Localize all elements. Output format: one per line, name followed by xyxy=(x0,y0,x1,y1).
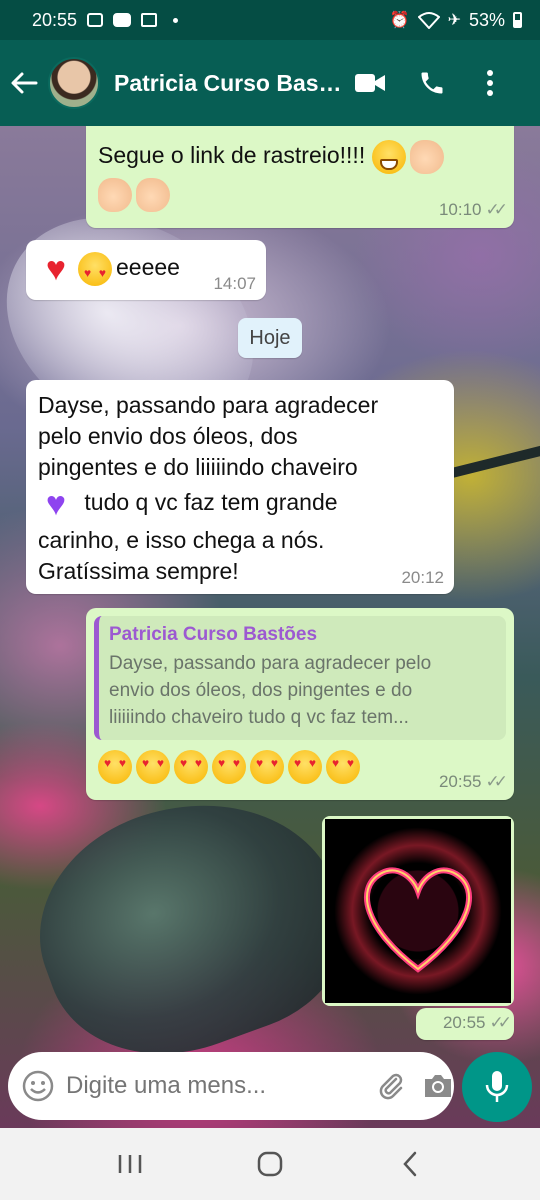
message-outgoing-reply[interactable]: Patricia Curso Bastões Dayse, passando p… xyxy=(86,608,514,800)
youtube-icon xyxy=(113,13,132,27)
battery-percent: 53% xyxy=(468,9,505,30)
chat-header: Patricia Curso Bastões xyxy=(0,40,540,126)
back-nav-button[interactable] xyxy=(380,1134,440,1194)
message-line: Dayse, passando para agradecer xyxy=(38,392,379,418)
read-ticks-icon: ✓✓ xyxy=(485,200,508,219)
wifi-icon xyxy=(417,12,440,29)
message-line: carinho, e isso chega a nós. xyxy=(38,527,325,553)
heart-eyes-emoji-icon xyxy=(288,750,322,784)
red-heart-icon: ♥ xyxy=(45,250,67,288)
microphone-icon xyxy=(485,1071,509,1102)
arrow-left-icon xyxy=(11,72,38,94)
image-icon xyxy=(141,13,158,27)
message-line: tudo q vc faz tem grande xyxy=(78,489,338,516)
message-input[interactable] xyxy=(66,1072,376,1100)
neon-heart-icon xyxy=(363,867,473,973)
heart-eyes-emoji-icon xyxy=(250,750,284,784)
status-bar: 20:55 ⏰ ✈ 53% xyxy=(0,0,540,40)
message-line: Gratíssima sempre! xyxy=(38,558,239,584)
heart-image[interactable] xyxy=(325,819,511,1003)
attach-button[interactable] xyxy=(376,1066,406,1106)
quote-author: Patricia Curso Bastões xyxy=(109,624,318,645)
camera-button[interactable] xyxy=(422,1066,454,1106)
quote-text: Dayse, passando para agradecer pelo envi… xyxy=(109,650,496,731)
smiling-hearts-emoji-icon xyxy=(78,252,112,289)
back-button[interactable] xyxy=(0,40,48,126)
read-ticks-icon: ✓✓ xyxy=(489,1013,512,1032)
voice-message-button[interactable] xyxy=(462,1052,532,1122)
wallpaper-bird xyxy=(8,761,372,1091)
recent-apps-button[interactable] xyxy=(100,1134,160,1194)
heart-eyes-emoji-icon xyxy=(326,750,360,784)
image-meta: 20:55 ✓✓ xyxy=(416,1008,514,1040)
clapping-hands-icon xyxy=(98,178,132,212)
message-meta: 10:10 ✓✓ xyxy=(438,200,508,220)
date-chip: Hoje xyxy=(238,318,302,358)
message-incoming[interactable]: Dayse, passando para agradecer pelo envi… xyxy=(26,380,454,594)
tv-icon xyxy=(87,13,104,27)
message-image[interactable] xyxy=(322,816,514,1006)
camera-icon xyxy=(425,1075,451,1097)
recent-apps-icon xyxy=(118,1155,142,1173)
chevron-left-icon xyxy=(403,1151,417,1177)
clapping-hands-icon xyxy=(409,140,444,174)
message-composer xyxy=(8,1052,454,1120)
quote-line: envio dos óleos, dos pingentes e do xyxy=(109,680,413,701)
message-time: 20:55 xyxy=(438,772,482,791)
message-text: Segue o link de rastreio!!!! xyxy=(98,142,366,169)
home-button[interactable] xyxy=(240,1134,300,1194)
system-nav-bar xyxy=(0,1128,540,1200)
video-camera-icon xyxy=(355,74,385,92)
battery-icon xyxy=(513,12,522,28)
message-time: 20:12 xyxy=(401,568,444,587)
voice-call-button[interactable] xyxy=(408,59,456,107)
smiley-icon xyxy=(22,1070,54,1102)
purple-heart-icon: ♥ xyxy=(45,485,67,523)
clapping-hands-icon xyxy=(136,178,170,212)
phone-icon xyxy=(421,72,443,94)
more-vertical-icon xyxy=(487,70,493,96)
status-time: 20:55 xyxy=(32,9,78,30)
grinning-emoji-icon xyxy=(371,140,406,174)
heart-eyes-emoji-icon xyxy=(98,750,132,784)
message-outgoing[interactable]: Segue o link de rastreio!!!! 10:10 ✓✓ xyxy=(86,126,514,228)
message-incoming[interactable]: ♥ eeeee 14:07 xyxy=(26,240,266,300)
heart-eyes-emoji-icon xyxy=(212,750,246,784)
emoji-row xyxy=(98,750,364,784)
message-line: pingentes e do liiiiindo chaveiro xyxy=(38,454,358,480)
menu-button[interactable] xyxy=(466,59,514,107)
message-line: pelo envio dos óleos, dos xyxy=(38,423,298,449)
message-time: 10:10 xyxy=(438,200,482,219)
emoji-button[interactable] xyxy=(22,1066,54,1106)
paperclip-icon xyxy=(379,1073,403,1100)
quoted-message[interactable]: Patricia Curso Bastões Dayse, passando p… xyxy=(94,616,506,740)
video-call-button[interactable] xyxy=(346,59,394,107)
chat-area[interactable]: Segue o link de rastreio!!!! 10:10 ✓✓ ♥ e… xyxy=(0,126,540,1128)
airplane-icon: ✈ xyxy=(447,12,461,29)
notification-dot-icon xyxy=(173,17,179,23)
message-time: 20:55 xyxy=(442,1013,486,1032)
contact-name[interactable]: Patricia Curso Bastões xyxy=(114,70,346,97)
message-text: eeeee xyxy=(116,254,180,281)
home-icon xyxy=(257,1151,283,1177)
message-time: 14:07 xyxy=(213,274,256,293)
avatar[interactable] xyxy=(48,57,100,109)
message-meta: 20:55 ✓✓ xyxy=(438,772,508,792)
heart-eyes-emoji-icon xyxy=(174,750,208,784)
alarm-icon: ⏰ xyxy=(389,12,410,29)
quote-line: liiiiindo chaveiro tudo q vc faz tem... xyxy=(109,707,409,728)
quote-line: Dayse, passando para agradecer pelo xyxy=(109,653,432,674)
read-ticks-icon: ✓✓ xyxy=(485,772,508,791)
heart-eyes-emoji-icon xyxy=(136,750,170,784)
